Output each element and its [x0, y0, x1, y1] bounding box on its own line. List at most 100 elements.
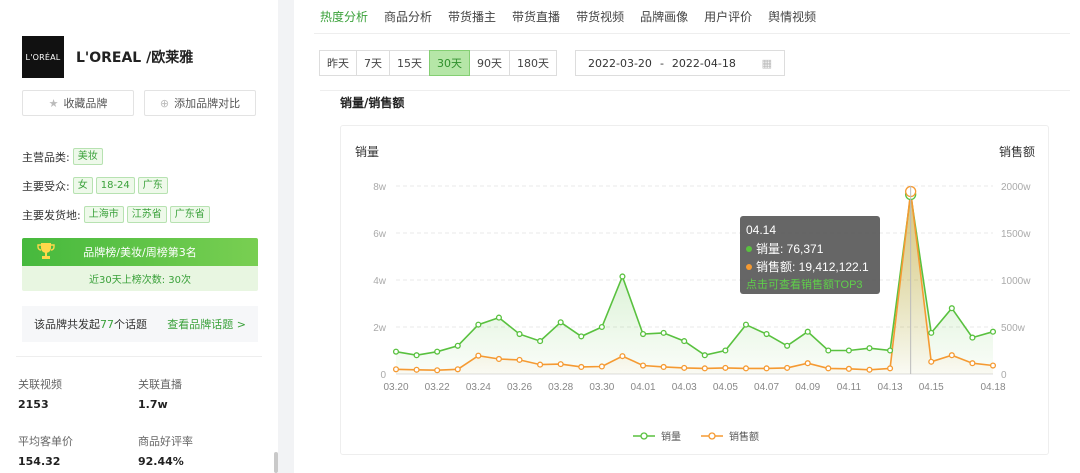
x-tick-label: 04.01 — [631, 382, 656, 393]
stat-value: 1.7w — [138, 398, 168, 411]
ship-origin-tag[interactable]: 上海市 — [83, 206, 124, 223]
data-point — [413, 366, 420, 373]
favorite-brand-button[interactable]: ★ 收藏品牌 — [22, 90, 134, 116]
topic-summary: 该品牌共发起 77 个话题 查看品牌话题 > — [22, 306, 258, 342]
y-tick-label-left: 8w — [373, 182, 387, 193]
range-7d[interactable]: 7天 — [356, 50, 390, 76]
section-title: 销量/销售额 — [340, 96, 405, 110]
tab-product-analysis[interactable]: 商品分析 — [384, 8, 432, 25]
data-point — [722, 347, 729, 354]
brand-name: L'OREAL /欧莱雅 — [76, 50, 194, 66]
data-point — [598, 363, 605, 370]
x-tick-label: 04.09 — [795, 382, 820, 393]
tooltip-top3-link[interactable]: 点击可查看销售额TOP3 — [746, 277, 863, 291]
x-tick-label: 04.03 — [672, 382, 697, 393]
x-tick-label: 03.24 — [466, 382, 491, 393]
data-point — [845, 365, 852, 372]
data-point — [763, 365, 770, 372]
y-tick-label-left: 6w — [373, 229, 387, 240]
date-separator: - — [659, 56, 664, 70]
range-90d[interactable]: 90天 — [469, 50, 510, 76]
tabs-divider — [314, 33, 1070, 34]
ship-origin-row: 主要发货地: 上海市 江苏省 广东省 — [22, 206, 210, 223]
range-180d[interactable]: 180天 — [509, 50, 557, 76]
category-label: 主营品类: — [22, 150, 70, 164]
tab-streamers[interactable]: 带货播主 — [448, 8, 496, 25]
data-point — [598, 323, 605, 331]
range-15d[interactable]: 15天 — [389, 50, 430, 76]
data-point — [845, 347, 852, 354]
ship-origin-tag[interactable]: 江苏省 — [126, 206, 167, 223]
divider — [16, 356, 262, 357]
legend-revenue-label: 销售额 — [729, 430, 759, 443]
data-point — [660, 363, 667, 371]
x-tick-label: 04.05 — [713, 382, 738, 393]
legend-sales-label: 销量 — [661, 430, 681, 443]
stat-value: 92.44% — [138, 455, 184, 468]
y-axis-right-title: 销售额 — [999, 144, 1035, 159]
date-start: 2022-03-20 — [588, 56, 652, 70]
rank-card[interactable]: 品牌榜/美妆/周榜第3名 近30天上榜次数: 30次 — [22, 238, 258, 291]
data-point — [413, 352, 420, 359]
category-row: 主营品类: 美妆 — [22, 148, 103, 165]
time-range-selector: 昨天 7天 15天 30天 90天 180天 — [319, 50, 557, 76]
tooltip-sales: 销量: 76,371 — [756, 242, 824, 256]
favorite-brand-label: 收藏品牌 — [63, 97, 108, 110]
x-tick-label: 04.15 — [919, 382, 944, 393]
data-point — [557, 361, 564, 368]
audience-tag[interactable]: 广东 — [137, 177, 168, 194]
data-point — [928, 358, 935, 365]
data-point — [454, 366, 461, 373]
data-point — [578, 333, 585, 340]
x-tick-label: 04.18 — [980, 382, 1005, 393]
y-tick-label-right: 1500w — [1001, 229, 1031, 240]
data-point — [887, 365, 894, 372]
topic-suffix: 个话题 — [114, 318, 147, 331]
range-30d[interactable]: 30天 — [429, 50, 470, 76]
data-point — [804, 360, 811, 367]
legend-revenue-marker — [708, 432, 716, 440]
add-compare-button[interactable]: ⊕ 添加品牌对比 — [144, 90, 256, 116]
data-point — [495, 355, 502, 363]
audience-tag[interactable]: 18-24 — [95, 177, 135, 194]
data-point — [742, 365, 750, 372]
tooltip-revenue: 销售额: 19,412,122.1 — [756, 259, 869, 274]
sales-chart[interactable]: 销量 销售额0 02w 500w4w 1000w6w 1500w8w 2000w03.20 0… — [341, 126, 1050, 456]
scrollbar-thumb[interactable] — [274, 452, 278, 473]
add-compare-label: 添加品牌对比 — [174, 97, 241, 110]
view-topics-link[interactable]: 查看品牌话题 > — [167, 316, 246, 332]
stat-positive-rate: 商品好评率 92.44% — [138, 433, 193, 468]
data-point — [681, 338, 688, 345]
topic-prefix: 该品牌共发起 — [34, 318, 100, 331]
stat-avg-price: 平均客单价 154.32 — [18, 433, 73, 468]
data-point — [537, 361, 544, 368]
data-point — [866, 345, 873, 352]
stat-label: 关联视频 — [18, 378, 62, 391]
y-tick-label-left: 2w — [373, 323, 387, 334]
data-point — [804, 328, 811, 335]
range-yesterday[interactable]: 昨天 — [319, 50, 357, 76]
y-tick-label-right: 0 — [1001, 370, 1007, 381]
x-tick-label: 04.11 — [837, 382, 862, 393]
tab-heat-analysis[interactable]: 热度分析 — [320, 8, 368, 25]
tab-reviews[interactable]: 用户评价 — [704, 8, 752, 25]
tab-live[interactable]: 带货直播 — [512, 8, 560, 25]
category-tag[interactable]: 美妆 — [72, 148, 103, 165]
data-point — [722, 364, 729, 371]
data-point — [619, 353, 626, 360]
date-range-picker[interactable]: 2022-03-20 - 2022-04-18 ▦ — [575, 50, 785, 76]
tooltip-sales-dot — [746, 246, 752, 252]
data-point — [392, 366, 400, 373]
tooltip-date: 04.14 — [746, 223, 776, 237]
tab-sentiment-videos[interactable]: 舆情视频 — [768, 8, 816, 25]
audience-tag[interactable]: 女 — [72, 177, 93, 194]
data-point — [475, 321, 482, 328]
x-tick-label: 03.26 — [507, 382, 532, 393]
tab-videos[interactable]: 带货视频 — [576, 8, 624, 25]
tab-brand-profile[interactable]: 品牌画像 — [640, 8, 688, 25]
sales-chart-card: 销量 销售额 0 0 2w 500w 4w 1000w 6w 1500w 8w 2000w 03.20 0… — [340, 125, 1049, 455]
date-end: 2022-04-18 — [671, 56, 736, 70]
brand-info-panel: L'ORÉAL L'OREAL /欧莱雅 ★ 收藏品牌 ⊕ 添加品牌对比 主营品… — [0, 0, 278, 473]
data-point — [516, 331, 523, 338]
ship-origin-tag[interactable]: 广东省 — [169, 206, 210, 223]
